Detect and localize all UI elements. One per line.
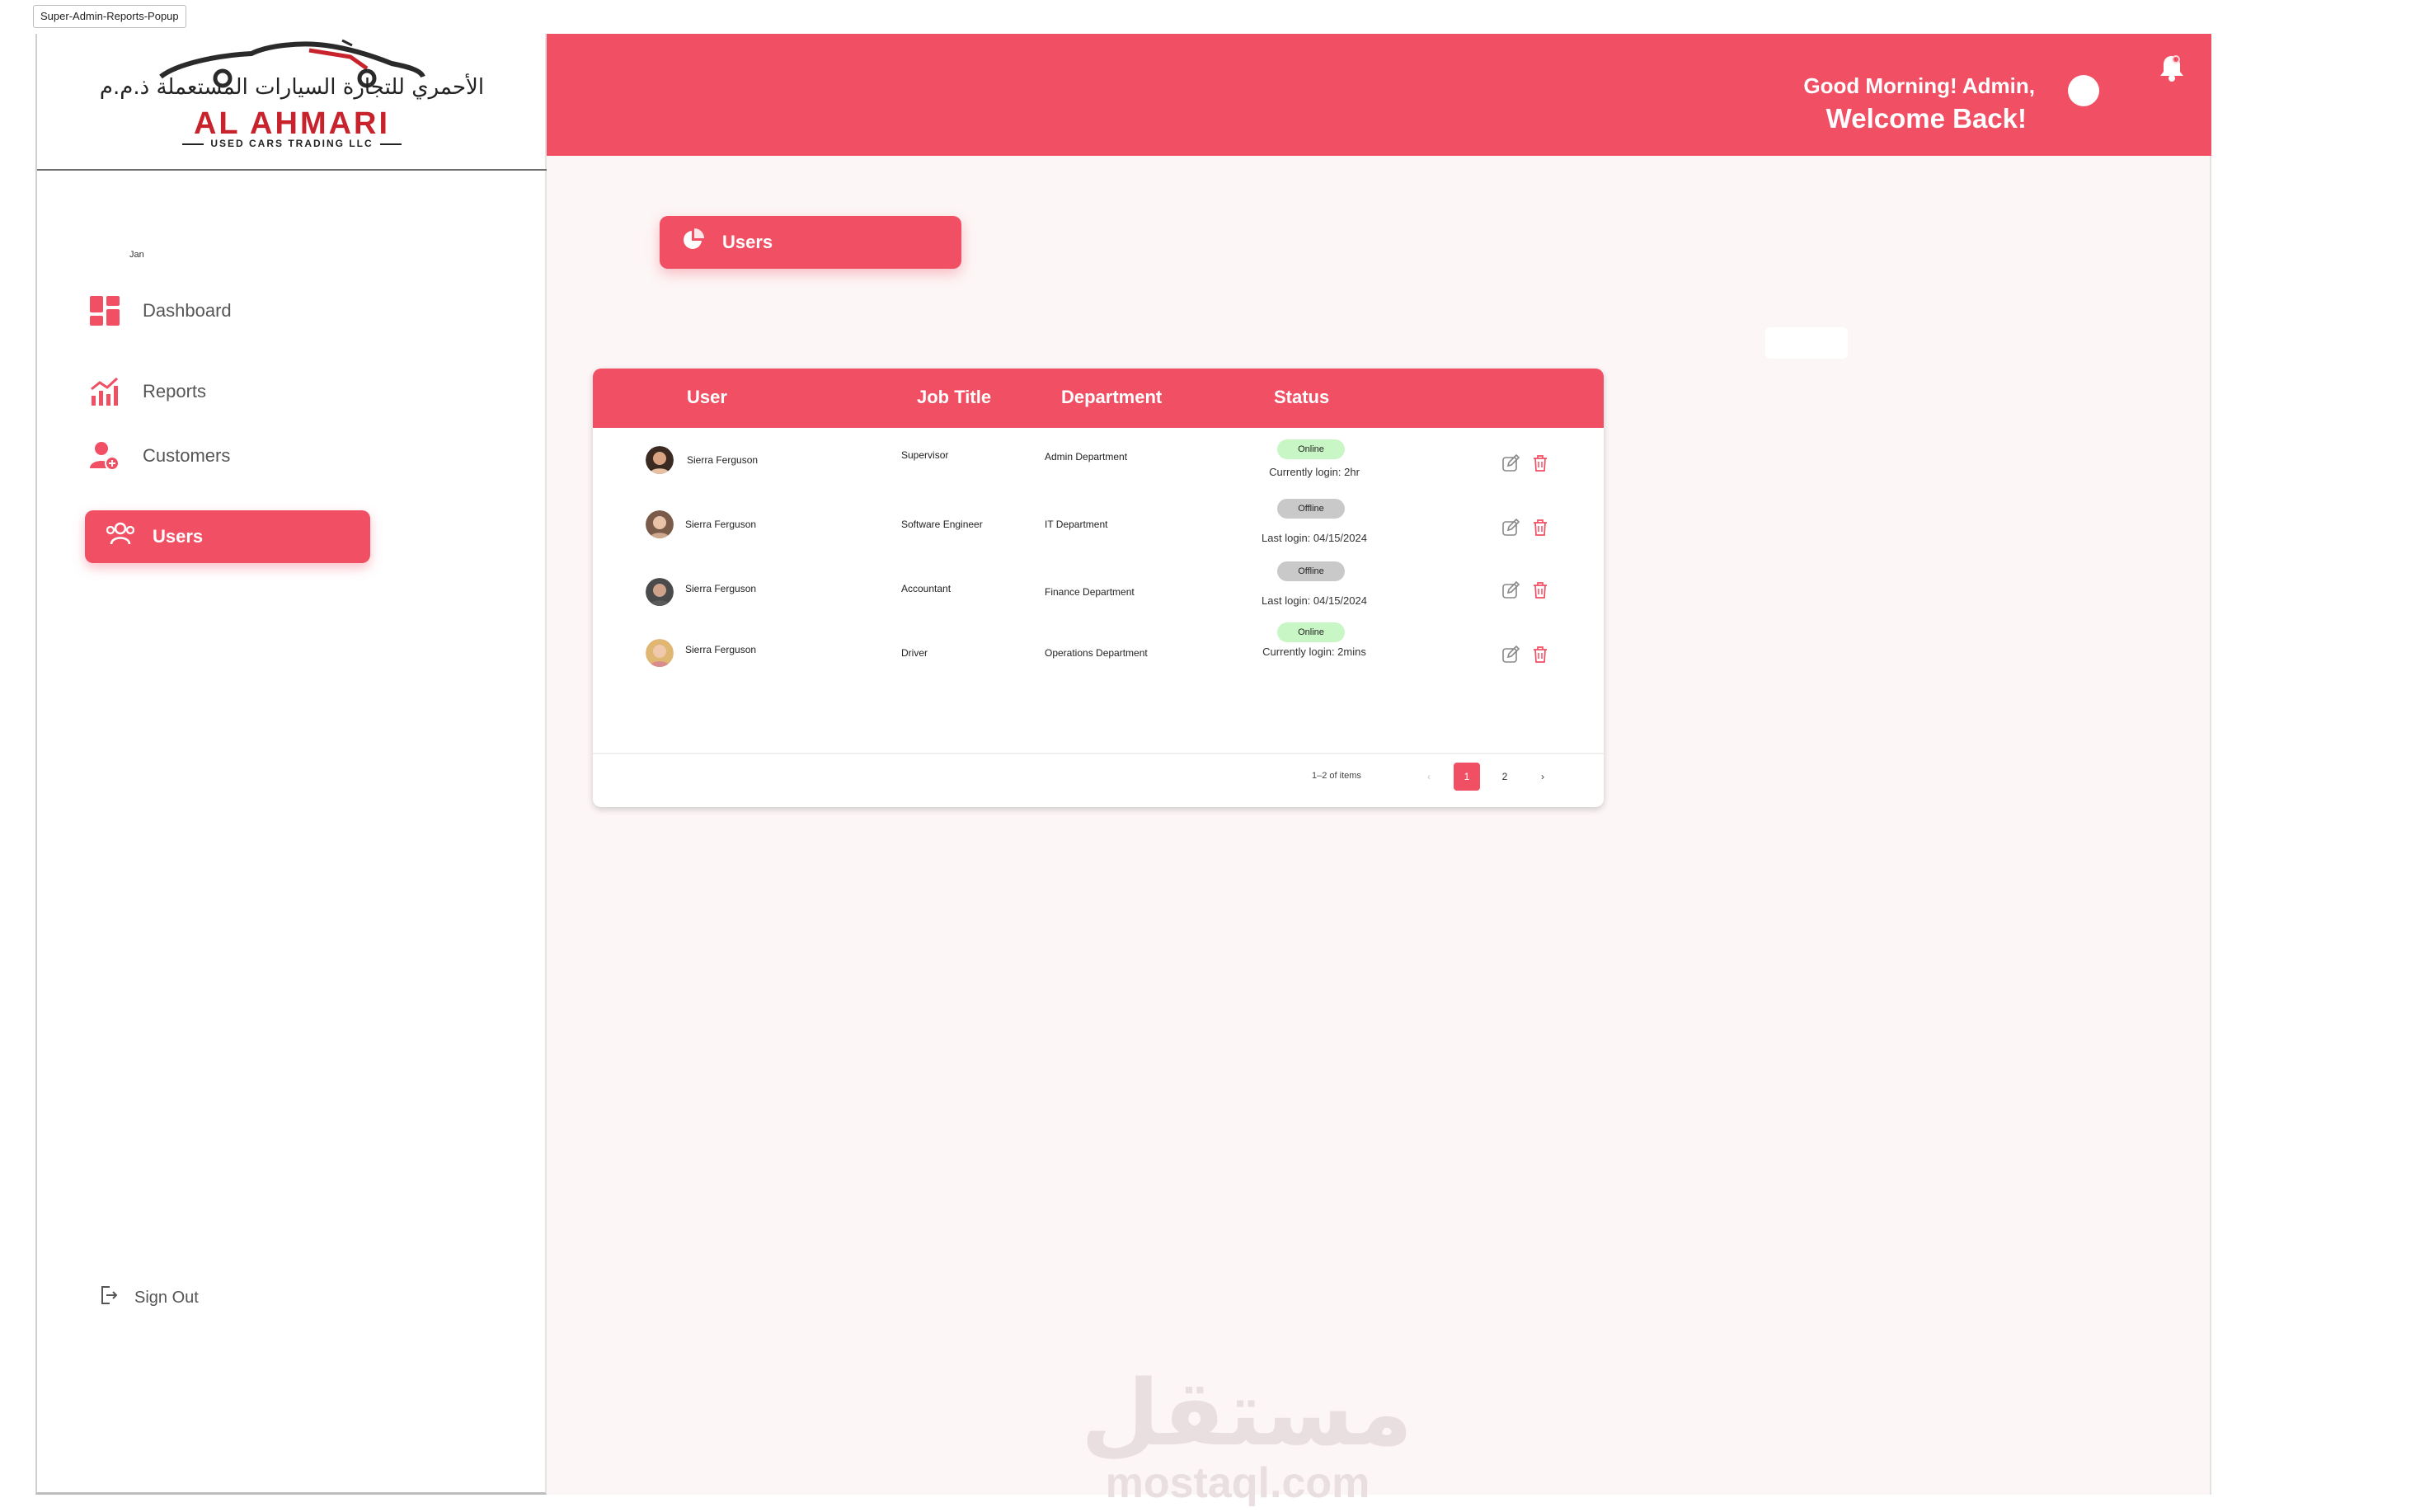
brand-subtitle: USED CARS TRADING LLC: [37, 138, 547, 149]
greeting-text: Good Morning! Admin,: [1803, 73, 2035, 98]
status-badge: Online: [1277, 622, 1345, 642]
department: IT Department: [1045, 519, 1108, 530]
frame-label: Super-Admin-Reports-Popup: [33, 5, 186, 28]
sign-out-label: Sign Out: [134, 1288, 199, 1307]
welcome-text: Welcome Back!: [1826, 103, 2027, 134]
status-badge: Offline: [1277, 499, 1345, 519]
avatar[interactable]: [2068, 75, 2099, 106]
job-title: Supervisor: [901, 449, 949, 461]
status-badge: Offline: [1277, 561, 1345, 581]
department: Admin Department: [1045, 451, 1128, 463]
watermark: مستقل mostaql.com: [1081, 1360, 1413, 1508]
users-table: User Job Title Department Status Sierra …: [593, 369, 1604, 807]
sidebar-item-label: Reports: [143, 381, 207, 401]
login-info: Currently login: 2mins: [1262, 646, 1366, 658]
watermark-arabic: مستقل: [1081, 1360, 1413, 1466]
notification-badge: [2172, 55, 2180, 63]
logo: الأحمري للتجارة السيارات المستعملة ذ.م.م…: [37, 34, 547, 171]
department: Operations Department: [1045, 647, 1148, 659]
user-name: Sierra Ferguson: [685, 644, 757, 655]
pagination-page-2[interactable]: 2: [1492, 763, 1518, 791]
table-row[interactable]: Sierra Ferguson Supervisor Admin Departm…: [593, 439, 1604, 502]
user-name: Sierra Ferguson: [685, 519, 757, 530]
sign-out-icon: [100, 1285, 118, 1310]
users-section-button[interactable]: Users: [660, 216, 961, 269]
job-title: Software Engineer: [901, 519, 983, 530]
dashboard-icon: [88, 294, 121, 327]
pagination-next-button[interactable]: ›: [1529, 763, 1556, 791]
table-row[interactable]: Sierra Ferguson Software Engineer IT Dep…: [593, 499, 1604, 561]
user-name: Sierra Ferguson: [687, 454, 759, 466]
watermark-latin: mostaql.com: [1105, 1459, 1370, 1507]
edit-icon[interactable]: [1500, 453, 1521, 474]
job-title: Accountant: [901, 583, 952, 594]
pagination-prev-button[interactable]: ‹: [1416, 763, 1442, 791]
sidebar-item-reports[interactable]: Reports: [88, 375, 206, 408]
column-header-status: Status: [1274, 387, 1330, 407]
delete-icon[interactable]: [1529, 517, 1551, 538]
user-avatar: [646, 510, 674, 538]
user-mini-label: Jan: [129, 250, 144, 260]
user-avatar: [646, 446, 674, 474]
edit-icon[interactable]: [1500, 517, 1521, 538]
column-header-job-title: Job Title: [917, 387, 992, 407]
sidebar: الأحمري للتجارة السيارات المستعملة ذ.م.م…: [35, 34, 547, 1495]
login-info: Last login: 04/15/2024: [1262, 532, 1367, 544]
department: Finance Department: [1045, 586, 1135, 598]
sidebar-item-label: Customers: [143, 445, 231, 466]
edit-icon[interactable]: [1500, 580, 1521, 601]
login-info: Currently login: 2hr: [1269, 466, 1360, 478]
login-info: Last login: 04/15/2024: [1262, 594, 1367, 607]
customers-icon: [88, 439, 121, 472]
table-row[interactable]: Sierra Ferguson Accountant Finance Depar…: [593, 561, 1604, 624]
user-name: Sierra Ferguson: [685, 583, 757, 594]
table-row[interactable]: Sierra Ferguson Driver Operations Depart…: [593, 622, 1604, 685]
brand-name: AL AHMARI: [193, 106, 391, 141]
main-content: Users User Job Title Department Status S…: [547, 156, 2211, 1507]
table-footer-divider: [593, 753, 1604, 754]
user-avatar: [646, 578, 674, 606]
pagination-info: 1–2 of items: [1312, 771, 1361, 781]
sidebar-item-label: Dashboard: [143, 300, 232, 321]
edit-icon[interactable]: [1500, 644, 1521, 665]
column-header-department: Department: [1061, 387, 1163, 407]
sidebar-item-label: Users: [153, 526, 204, 547]
user-avatar: [646, 639, 674, 667]
sidebar-item-customers[interactable]: Customers: [88, 439, 230, 472]
sidebar-item-dashboard[interactable]: Dashboard: [88, 294, 232, 327]
delete-icon[interactable]: [1529, 580, 1551, 601]
delete-icon[interactable]: [1529, 644, 1551, 665]
app-window: الأحمري للتجارة السيارات المستعملة ذ.م.م…: [35, 34, 2211, 1507]
top-bar: Good Morning! Admin, Welcome Back!: [547, 34, 2211, 156]
sidebar-item-users[interactable]: Users: [85, 510, 370, 563]
table-header: User Job Title Department Status: [593, 369, 1604, 428]
sign-out-button[interactable]: Sign Out: [100, 1285, 199, 1310]
users-section-label: Users: [722, 232, 773, 252]
users-icon: [106, 522, 135, 552]
job-title: Driver: [901, 647, 928, 659]
status-badge: Online: [1277, 439, 1345, 459]
pie-chart-icon: [681, 228, 704, 256]
column-header-user: User: [687, 387, 727, 407]
brand-arabic: الأحمري للتجارة السيارات المستعملة ذ.م.م: [99, 75, 485, 100]
pagination-page-1[interactable]: 1: [1454, 763, 1480, 791]
chart-icon: [88, 375, 121, 408]
delete-icon[interactable]: [1529, 453, 1551, 474]
hidden-popup-placeholder: [1765, 327, 1848, 359]
